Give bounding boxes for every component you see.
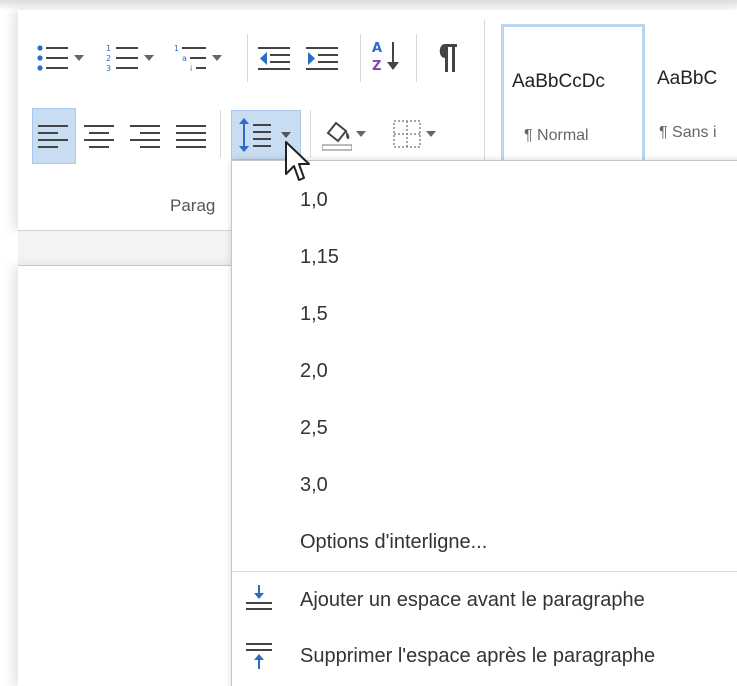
svg-text:2: 2 <box>106 54 111 63</box>
bullets-button[interactable] <box>36 38 84 78</box>
multilevel-list-icon: 1 a i <box>174 44 206 73</box>
style-sample-text: AaBbC <box>657 68 718 89</box>
separator <box>310 110 311 158</box>
pilcrow-icon <box>439 44 457 72</box>
menu-item-remove-space-after[interactable]: Supprimer l'espace après le paragraphe <box>300 645 655 668</box>
chevron-down-icon <box>144 55 154 61</box>
style-name: ¶ Normal <box>524 127 589 144</box>
align-left-icon <box>38 125 68 148</box>
increase-indent-icon <box>306 47 338 70</box>
increase-indent-button[interactable] <box>306 38 338 78</box>
svg-text:Z: Z <box>372 59 381 74</box>
menu-item-spacing-2-0[interactable]: 2,0 <box>300 360 328 383</box>
svg-text:i: i <box>190 64 192 73</box>
svg-text:a: a <box>182 54 187 63</box>
justify-icon[interactable] <box>176 124 206 150</box>
show-formatting-button[interactable] <box>436 38 460 78</box>
chevron-down-icon <box>74 55 84 61</box>
menu-item-spacing-1-5[interactable]: 1,5 <box>300 303 328 326</box>
style-name: ¶ Sans i <box>659 124 717 141</box>
menu-separator <box>232 571 737 572</box>
style-no-spacing[interactable]: AaBbC ¶ Sans i <box>655 24 737 164</box>
menu-item-spacing-1-15[interactable]: 1,15 <box>300 246 339 269</box>
menu-item-spacing-2-5[interactable]: 2,5 <box>300 417 328 440</box>
separator <box>220 110 221 158</box>
bullet-list-icon <box>37 45 68 71</box>
multilevel-list-button[interactable]: 1 a i <box>174 38 222 78</box>
group-separator <box>484 20 485 170</box>
chevron-down-icon <box>212 55 222 61</box>
borders-button[interactable] <box>392 114 436 154</box>
align-right-icon[interactable] <box>130 124 160 150</box>
decrease-indent-icon <box>258 47 290 70</box>
chevron-down-icon <box>356 131 366 137</box>
separator <box>360 34 361 82</box>
separator <box>416 34 417 82</box>
borders-icon <box>393 120 421 148</box>
paint-bucket-icon <box>322 121 352 151</box>
align-center-icon[interactable] <box>84 124 114 150</box>
chevron-down-icon <box>281 132 291 138</box>
numbering-button[interactable]: 1 2 3 <box>106 38 154 78</box>
menu-item-spacing-1-0[interactable]: 1,0 <box>300 189 328 212</box>
styles-gallery: AaBbCcDc ¶ Normal AaBbC ¶ Sans i <box>493 24 737 174</box>
window-shadow <box>0 0 737 10</box>
sort-az-icon: A Z <box>372 41 399 74</box>
line-spacing-icon <box>239 118 271 152</box>
word-screen: 1 2 3 1 a i A Z Parag AaBbCcDc ¶ Normal … <box>0 0 737 686</box>
menu-item-add-space-before[interactable]: Ajouter un espace avant le paragraphe <box>300 589 645 612</box>
style-sample-text: AaBbCcDc <box>512 71 605 92</box>
style-normal[interactable]: AaBbCcDc ¶ Normal <box>501 24 645 164</box>
svg-text:3: 3 <box>106 64 111 73</box>
menu-item-line-spacing-options[interactable]: Options d'interligne... <box>300 531 487 554</box>
add-space-before-icon <box>246 585 272 610</box>
svg-text:1: 1 <box>174 44 179 53</box>
numbered-list-icon: 1 2 3 <box>106 44 138 73</box>
shading-button[interactable] <box>322 114 366 154</box>
chevron-down-icon <box>426 131 436 137</box>
menu-item-spacing-3-0[interactable]: 3,0 <box>300 474 328 497</box>
remove-space-after-icon <box>246 643 272 669</box>
sort-button[interactable]: A Z <box>372 36 402 76</box>
svg-text:1: 1 <box>106 44 111 53</box>
decrease-indent-button[interactable] <box>258 38 290 78</box>
paragraph-group-label: Parag <box>170 196 216 215</box>
mouse-cursor-icon <box>285 141 310 181</box>
separator <box>247 34 248 82</box>
line-spacing-menu: 1,0 1,15 1,5 2,0 2,5 3,0 Options d'inter… <box>231 160 737 686</box>
svg-text:A: A <box>372 41 382 56</box>
